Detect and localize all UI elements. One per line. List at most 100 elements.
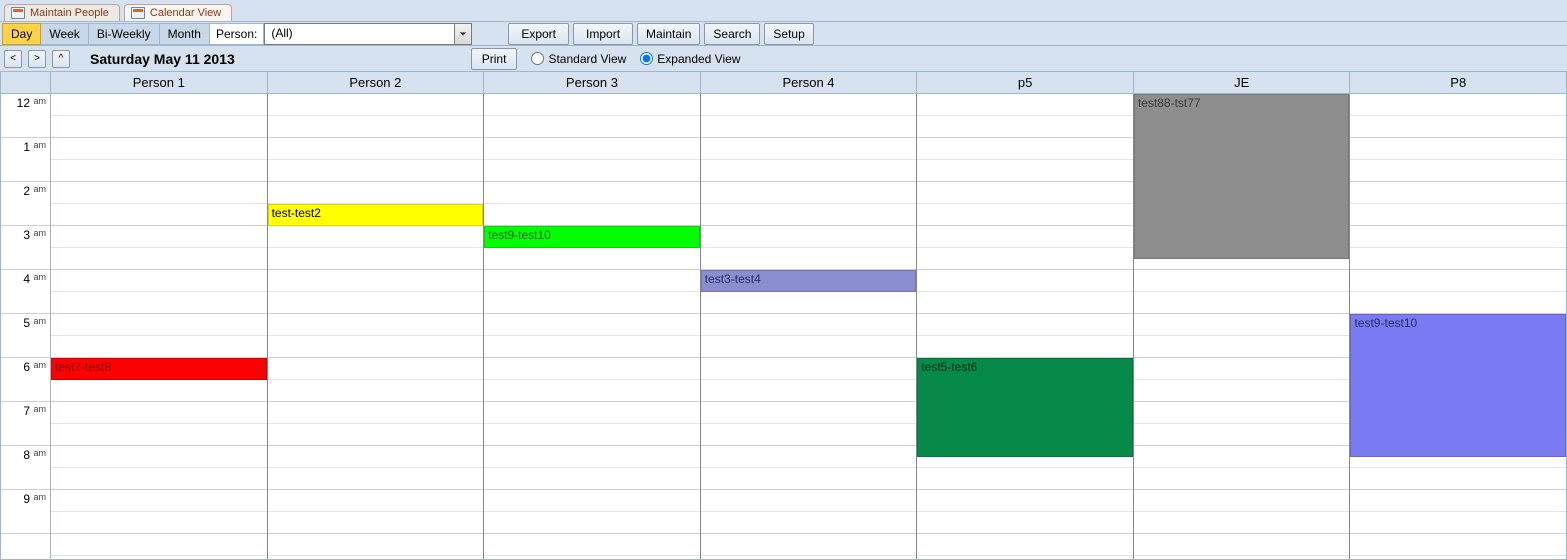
person-filter-value[interactable]: (All) [264, 23, 454, 45]
calendar-event[interactable]: test7-test8 [51, 358, 267, 380]
grid-cell[interactable] [701, 116, 917, 138]
grid-cell[interactable] [51, 446, 267, 468]
grid-cell[interactable] [701, 424, 917, 446]
grid-cell[interactable] [917, 138, 1133, 160]
nav-up-button[interactable]: ^ [52, 50, 70, 68]
grid-cell[interactable] [701, 490, 917, 512]
grid-cell[interactable] [701, 512, 917, 534]
grid-cell[interactable] [268, 226, 484, 248]
grid-cell[interactable] [701, 292, 917, 314]
grid-cell[interactable] [701, 380, 917, 402]
grid-cell[interactable] [268, 160, 484, 182]
grid-cell[interactable] [701, 358, 917, 380]
grid-cell[interactable] [701, 182, 917, 204]
grid-cell[interactable] [484, 160, 700, 182]
radio-standard-view[interactable]: Standard View [531, 52, 626, 66]
grid-cell[interactable] [701, 534, 917, 556]
person-column[interactable]: test9-test10 [1350, 94, 1566, 559]
grid-cell[interactable] [484, 138, 700, 160]
view-month[interactable]: Month [160, 23, 210, 45]
grid-cell[interactable] [268, 314, 484, 336]
grid-cell[interactable] [484, 512, 700, 534]
grid-cell[interactable] [268, 402, 484, 424]
grid-cell[interactable] [917, 204, 1133, 226]
grid-cell[interactable] [917, 182, 1133, 204]
person-column[interactable]: test-test2 [268, 94, 485, 559]
grid-cell[interactable] [484, 116, 700, 138]
radio-expanded-view[interactable]: Expanded View [640, 52, 740, 66]
calendar-event[interactable]: test88-tst77 [1134, 94, 1350, 259]
grid-cell[interactable] [51, 182, 267, 204]
grid-cell[interactable] [701, 248, 917, 270]
grid-cell[interactable] [51, 490, 267, 512]
grid-cell[interactable] [1350, 248, 1566, 270]
grid-cell[interactable] [484, 248, 700, 270]
grid-cell[interactable] [484, 182, 700, 204]
grid-cell[interactable] [484, 380, 700, 402]
grid-cell[interactable] [1350, 490, 1566, 512]
grid-cell[interactable] [484, 204, 700, 226]
grid-cell[interactable] [1134, 314, 1350, 336]
grid-cell[interactable] [917, 292, 1133, 314]
grid-cell[interactable] [1350, 204, 1566, 226]
grid-cell[interactable] [1134, 424, 1350, 446]
grid-cell[interactable] [1134, 490, 1350, 512]
grid-cell[interactable] [1134, 534, 1350, 556]
grid-cell[interactable] [1134, 468, 1350, 490]
grid-cell[interactable] [268, 248, 484, 270]
grid-cell[interactable] [51, 380, 267, 402]
person-column[interactable]: test3-test4 [701, 94, 918, 559]
grid-cell[interactable] [701, 402, 917, 424]
chevron-down-icon[interactable] [454, 23, 472, 45]
grid-cell[interactable] [268, 490, 484, 512]
grid-cell[interactable] [51, 512, 267, 534]
grid-cell[interactable] [51, 336, 267, 358]
grid-cell[interactable] [1350, 94, 1566, 116]
grid-cell[interactable] [268, 292, 484, 314]
grid-cell[interactable] [1134, 446, 1350, 468]
grid-cell[interactable] [701, 314, 917, 336]
person-column[interactable]: test9-test10 [484, 94, 701, 559]
setup-button[interactable]: Setup [764, 23, 813, 45]
grid-cell[interactable] [917, 512, 1133, 534]
grid-cell[interactable] [917, 270, 1133, 292]
grid-cell[interactable] [268, 468, 484, 490]
grid-cell[interactable] [484, 270, 700, 292]
grid-cell[interactable] [51, 138, 267, 160]
calendar-event[interactable]: test9-test10 [1350, 314, 1566, 457]
person-filter[interactable]: (All) [264, 23, 472, 45]
search-button[interactable]: Search [704, 23, 760, 45]
grid-cell[interactable] [484, 314, 700, 336]
grid-cell[interactable] [51, 314, 267, 336]
grid-cell[interactable] [1350, 138, 1566, 160]
grid-cell[interactable] [484, 424, 700, 446]
grid-cell[interactable] [51, 402, 267, 424]
export-button[interactable]: Export [508, 23, 569, 45]
grid-cell[interactable] [268, 182, 484, 204]
grid-cell[interactable] [917, 94, 1133, 116]
maintain-button[interactable]: Maintain [637, 23, 700, 45]
grid-cell[interactable] [484, 534, 700, 556]
grid-cell[interactable] [917, 160, 1133, 182]
grid-cell[interactable] [484, 402, 700, 424]
grid-cell[interactable] [1350, 534, 1566, 556]
grid-cell[interactable] [1134, 292, 1350, 314]
calendar-event[interactable]: test9-test10 [484, 226, 700, 248]
grid-cell[interactable] [268, 424, 484, 446]
grid-cell[interactable] [1350, 182, 1566, 204]
grid-cell[interactable] [51, 534, 267, 556]
grid-cell[interactable] [917, 314, 1133, 336]
grid-cell[interactable] [268, 138, 484, 160]
grid-cell[interactable] [1134, 402, 1350, 424]
person-column[interactable]: test88-tst77 [1134, 94, 1351, 559]
grid-cell[interactable] [268, 270, 484, 292]
person-column[interactable]: test5-test6 [917, 94, 1134, 559]
grid-cell[interactable] [701, 446, 917, 468]
calendar-event[interactable]: test-test2 [268, 204, 484, 226]
import-button[interactable]: Import [573, 23, 633, 45]
grid-cell[interactable] [51, 116, 267, 138]
radio-input[interactable] [640, 52, 653, 65]
radio-input[interactable] [531, 52, 544, 65]
grid-cell[interactable] [51, 248, 267, 270]
grid-cell[interactable] [51, 292, 267, 314]
